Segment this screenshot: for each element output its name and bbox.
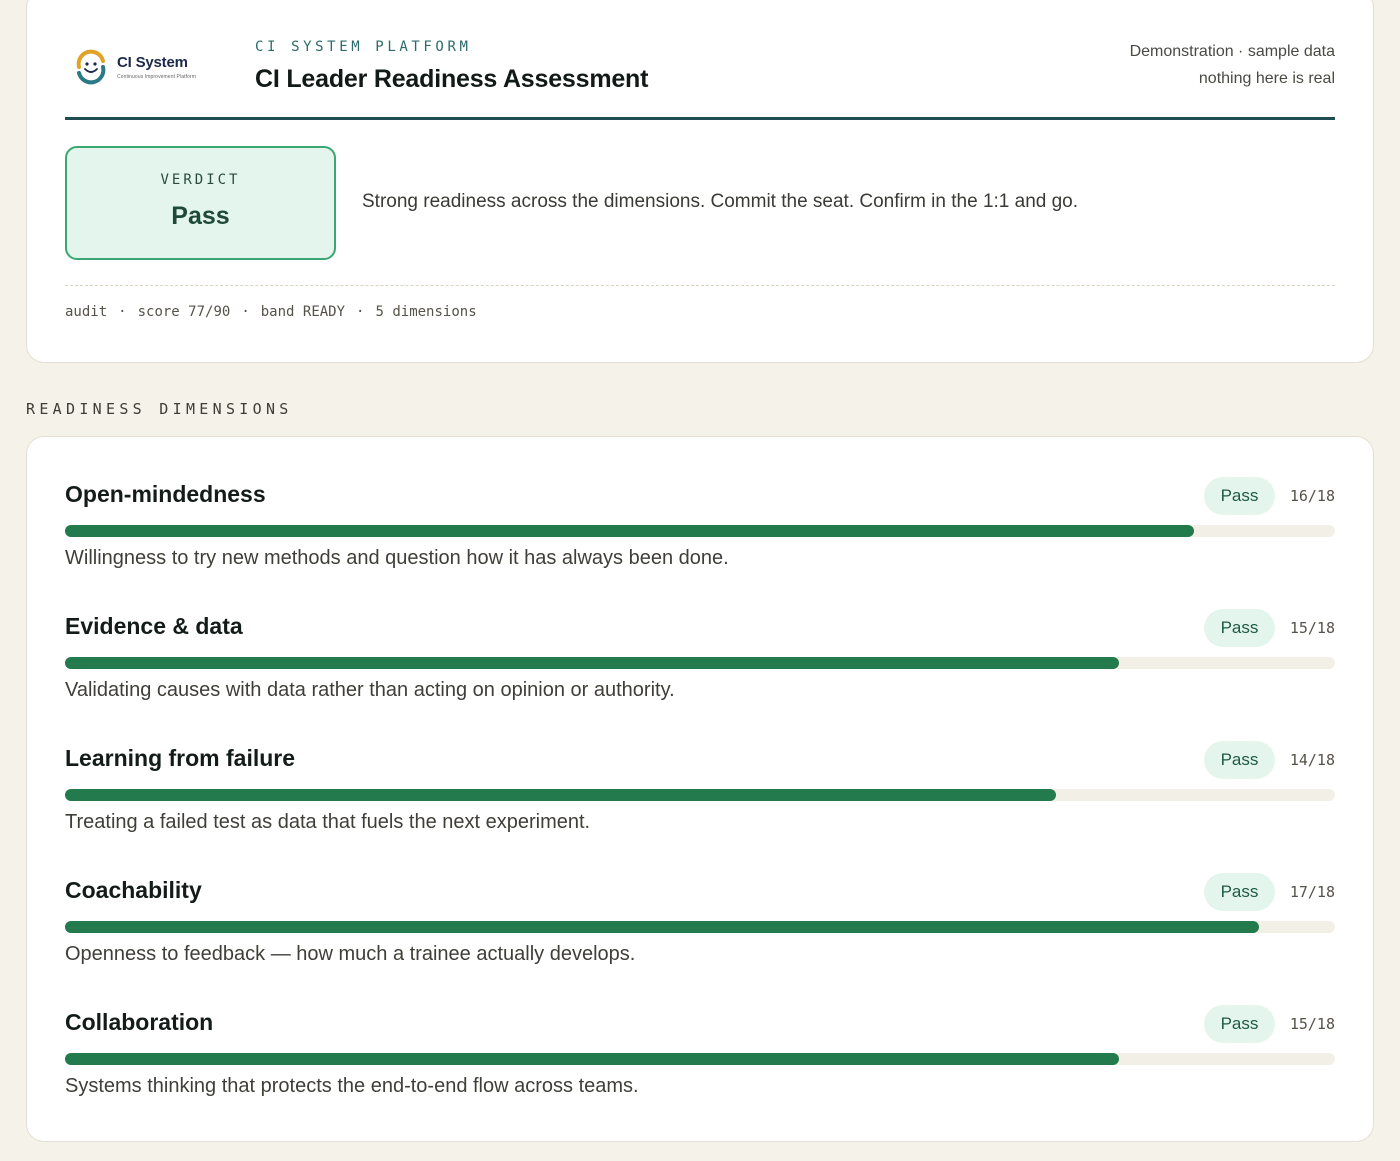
progress-track <box>65 1053 1335 1065</box>
assessment-header-card: CI System Continuous Improvement Platfor… <box>26 0 1374 363</box>
dimension-name: Learning from failure <box>65 745 296 771</box>
dimension-name: Collaboration <box>65 1009 214 1035</box>
dimension-row: Evidence & data Pass 15/18 Validating ca… <box>65 569 1335 701</box>
dimension-description: Systems thinking that protects the end-t… <box>65 1075 639 1097</box>
dimension-name: Evidence & data <box>65 613 243 639</box>
demo-note-line-1: Demonstration · sample data <box>1129 43 1335 60</box>
status-badge: Pass <box>1204 477 1275 515</box>
dimension-row: Learning from failure Pass 14/18 Treatin… <box>65 701 1335 833</box>
page-title: CI Leader Readiness Assessment <box>255 65 649 93</box>
status-badge: Pass <box>1204 609 1275 647</box>
audit-line: audit · score 77/90 · band READY · 5 dim… <box>65 304 477 320</box>
header-divider <box>65 117 1335 120</box>
progress-track <box>65 657 1335 669</box>
dimension-name: Coachability <box>65 877 202 903</box>
status-badge: Pass <box>1204 873 1275 911</box>
status-badge: Pass <box>1204 1005 1275 1043</box>
verdict-value: Pass <box>171 202 230 230</box>
brand-name: CI System <box>117 54 188 71</box>
audit-separator: · <box>118 304 127 320</box>
dimension-score: 17/18 <box>1289 883 1335 901</box>
progress-track <box>65 525 1335 537</box>
status-badge: Pass <box>1204 741 1275 779</box>
progress-fill <box>65 525 1195 537</box>
progress-fill <box>65 789 1056 801</box>
demo-note-line-2: nothing here is real <box>1198 70 1335 87</box>
dashed-divider <box>65 285 1335 286</box>
audit-separator: · <box>241 304 250 320</box>
verdict-summary: Strong readiness across the dimensions. … <box>362 191 1079 212</box>
brand-logo: CI System Continuous Improvement Platfor… <box>71 47 196 87</box>
progress-track <box>65 921 1335 933</box>
dimension-score: 15/18 <box>1289 1015 1335 1033</box>
progress-fill <box>65 657 1120 669</box>
smiley-logo-icon <box>76 49 106 85</box>
section-label: READINESS DIMENSIONS <box>26 400 293 418</box>
audit-score: score 77/90 <box>137 304 231 320</box>
dimension-description: Willingness to try new methods and quest… <box>65 547 729 569</box>
dimension-score: 14/18 <box>1289 751 1335 769</box>
platform-eyebrow: CI SYSTEM PLATFORM <box>255 39 472 55</box>
verdict-box: VERDICT Pass <box>65 146 336 260</box>
dimension-description: Treating a failed test as data that fuel… <box>65 811 591 833</box>
dimension-score: 16/18 <box>1289 487 1335 505</box>
progress-track <box>65 789 1335 801</box>
dimension-row: Coachability Pass 17/18 Openness to feed… <box>65 833 1335 965</box>
demo-note: Demonstration · sample data nothing here… <box>1130 38 1335 92</box>
dimension-description: Validating causes with data rather than … <box>65 679 675 701</box>
dimensions-card: Open-mindedness Pass 16/18 Willingness t… <box>26 436 1374 1142</box>
dimension-row: Collaboration Pass 15/18 Systems thinkin… <box>65 965 1335 1097</box>
brand-tagline: Continuous Improvement Platform <box>117 74 196 80</box>
dimension-row: Open-mindedness Pass 16/18 Willingness t… <box>65 437 1335 569</box>
audit-band: band READY <box>260 304 346 320</box>
dimension-name: Open-mindedness <box>65 481 266 507</box>
audit-separator: · <box>356 304 365 320</box>
verdict-label: VERDICT <box>160 172 241 188</box>
dimension-score: 15/18 <box>1289 619 1335 637</box>
audit-prefix: audit <box>65 304 108 320</box>
progress-fill <box>65 921 1259 933</box>
audit-dimension-count: 5 dimensions <box>375 304 477 320</box>
progress-fill <box>65 1053 1120 1065</box>
dimension-description: Openness to feedback — how much a traine… <box>65 943 636 965</box>
